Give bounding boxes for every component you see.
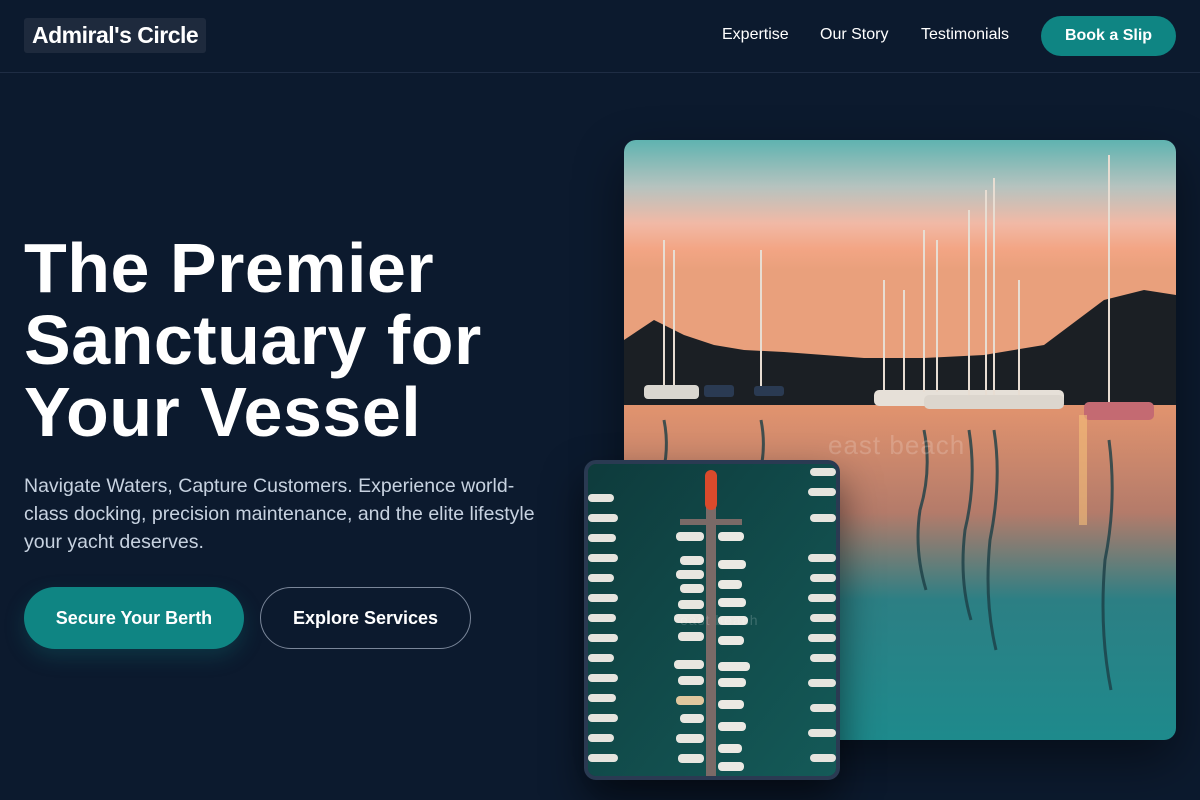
secure-berth-button[interactable]: Secure Your Berth <box>24 587 244 649</box>
explore-services-button[interactable]: Explore Services <box>260 587 471 649</box>
hero-title: The Premier Sanctuary for Your Vessel <box>24 229 482 451</box>
book-slip-button[interactable]: Book a Slip <box>1041 16 1176 56</box>
aerial-pier-image: east beach <box>584 460 840 780</box>
site-logo[interactable]: Admiral's Circle <box>24 18 207 53</box>
hero-subtitle: Navigate Waters, Capture Customers. Expe… <box>24 475 535 553</box>
site-header: Admiral's Circle Expertise Our Story Tes… <box>0 0 1200 73</box>
nav-link-testimonials[interactable]: Testimonials <box>921 25 1009 45</box>
aerial-image-watermark: east beach <box>680 612 759 628</box>
nav-link-expertise[interactable]: Expertise <box>722 25 789 45</box>
nav-link-our-story[interactable]: Our Story <box>820 25 888 45</box>
main-image-watermark: east beach <box>828 430 966 460</box>
